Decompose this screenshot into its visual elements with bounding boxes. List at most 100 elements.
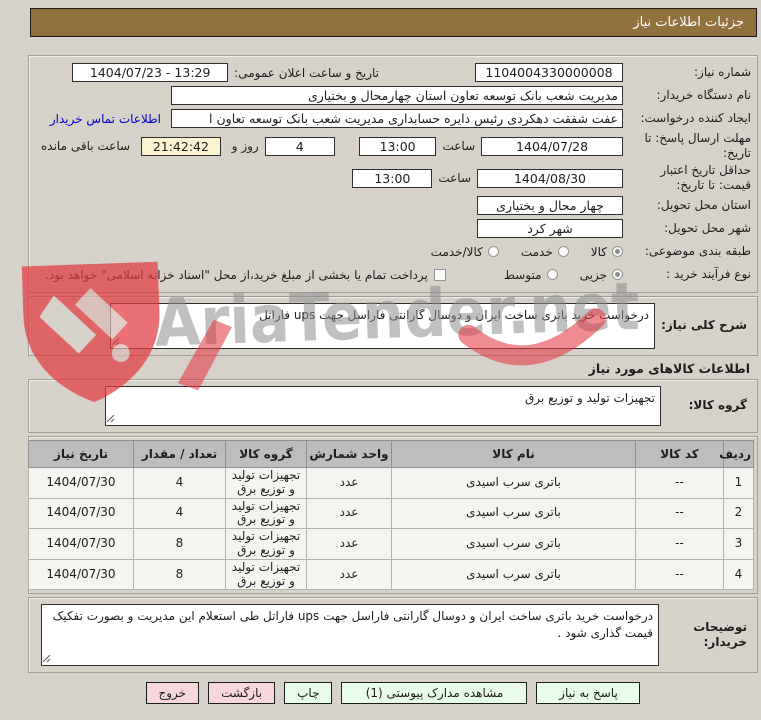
buyer-org-field[interactable]: مدیریت شعب بانک توسعه تعاون استان چهارمح… [171,86,623,105]
cell-quantity: 4 [133,497,226,530]
need-description-text: درخواست خرید باتری ساخت ایران و دوسال گا… [259,308,649,322]
radio-option-label: خدمت [520,244,553,259]
col-header-item-code: کد کالا [635,440,724,468]
row-delivery-city: شهر محل تحویل: شهر کرد [35,217,751,240]
announce-datetime-field[interactable]: 1404/07/23 - 13:29 [72,63,229,82]
treasury-checkbox[interactable] [433,268,446,281]
goods-group-panel: گروه کالا: تجهیزات تولید و توزیع برق [28,379,758,433]
radio-option-goods-service[interactable]: کالا/خدمت [431,245,499,259]
cell-unit: عدد [306,467,392,499]
radio-option-label: جزیی [579,267,607,282]
cell-item-code: -- [635,467,724,499]
remaining-days-field[interactable]: 4 [264,136,335,156]
treasury-checkbox-group[interactable]: پرداخت تمام یا بخشی از مبلغ خرید،از محل … [45,268,446,282]
col-header-need-date: تاریخ نیاز [28,440,134,468]
cell-quantity: 8 [133,528,226,560]
radio-icon[interactable] [557,246,569,257]
need-number-label: شماره نیاز: [694,65,751,79]
cell-unit: عدد [306,528,392,560]
row-buyer-org: نام دستگاه خریدار: مدیریت شعب بانک توسعه… [35,84,751,107]
row-price-validity: حداقل تاریخ اعتبار قیمت: تا تاریخ: 1404/… [35,162,751,194]
request-creator-label: ایجاد کننده درخواست: [640,111,751,125]
resize-grip-icon[interactable] [112,338,121,347]
need-description-panel: شرح کلی نیاز: درخواست خرید باتری ساخت ای… [28,296,758,356]
print-button[interactable]: چاپ [284,682,333,705]
radio-icon[interactable] [612,269,623,280]
treasury-checkbox-label: پرداخت تمام یا بخشی از مبلغ خرید،از محل … [45,267,428,282]
cell-item-name: باتری سرب اسیدی [391,467,636,499]
col-header-item-group: گروه کالا [225,440,307,468]
price-validity-hour-label: ساعت [438,171,471,185]
radio-icon[interactable] [487,246,499,257]
delivery-province-field[interactable]: چهار محال و بختیاری [477,196,623,215]
main-content: شماره نیاز: 1104004330000008 تاریخ و ساع… [28,55,758,705]
cell-need-date: 1404/07/30 [28,467,134,499]
radio-option-medium[interactable]: متوسط [504,268,558,282]
radio-icon[interactable] [546,269,558,280]
goods-section-title: اطلاعات کالاهای مورد نیاز [588,361,750,376]
reply-to-need-button[interactable]: پاسخ به نیاز [536,682,641,705]
delivery-city-label: شهر محل تحویل: [664,221,751,235]
reply-deadline-time-field[interactable]: 13:00 [358,136,437,156]
cell-item-code: -- [635,528,724,560]
page-title-bar: جزئیات اطلاعات نیاز [30,8,757,37]
page-title: جزئیات اطلاعات نیاز [633,15,744,30]
table-row: 1 -- باتری سرب اسیدی عدد تجهیزات تولید و… [28,467,754,499]
col-header-quantity: تعداد / مقدار [133,440,226,468]
resize-grip-icon[interactable] [107,415,116,424]
buyer-notes-text: درخواست خرید باتری ساخت ایران و دوسال گا… [52,609,653,640]
row-delivery-province: استان محل تحویل: چهار محال و بختیاری [35,194,751,217]
col-header-item-name: نام کالا [391,440,636,468]
view-attachments-button[interactable]: مشاهده مدارک پیوستی (1) [341,682,528,705]
cell-row-no: 3 [723,528,754,560]
radio-option-label: کالا [590,244,607,259]
radio-option-label: کالا/خدمت [430,244,483,259]
items-table-header-row: ردیف کد کالا نام کالا واحد شمارش گروه کا… [28,440,754,468]
price-validity-date-field[interactable]: 1404/08/30 [477,168,623,188]
cell-item-group: تجهیزات تولید و توزیع برق [225,497,307,530]
countdown-timer: 21:42:42 [141,136,221,156]
buyer-org-label: نام دستگاه خریدار: [656,88,752,102]
cell-quantity: 4 [133,467,226,499]
request-creator-field[interactable]: عفت شفقت دهکردی رئیس دایره حسابداری مدیر… [171,109,623,128]
announce-datetime-label: تاریخ و ساعت اعلان عمومی: [234,65,379,80]
resize-grip-icon[interactable] [43,655,52,664]
radio-option-service[interactable]: خدمت [521,245,569,259]
cell-row-no: 4 [723,558,754,591]
row-request-creator: ایجاد کننده درخواست: عفت شفقت دهکردی رئی… [35,107,751,130]
process-type-label: نوع فرآیند خرید : [666,267,751,281]
buyer-notes-textarea[interactable]: درخواست خرید باتری ساخت ایران و دوسال گا… [41,604,659,667]
price-validity-label: حداقل تاریخ اعتبار قیمت: تا تاریخ: [660,163,751,192]
reply-deadline-hour-label: ساعت [442,139,476,153]
need-number-field[interactable]: 1104004330000008 [475,63,623,82]
back-button[interactable]: بازگشت [208,682,276,705]
goods-group-textarea[interactable]: تجهیزات تولید و توزیع برق [105,386,661,426]
remaining-hours-label: ساعت باقی مانده [41,139,131,153]
table-row: 4 -- باتری سرب اسیدی عدد تجهیزات تولید و… [28,558,754,591]
cell-unit: عدد [306,497,392,530]
cell-item-code: -- [635,497,724,530]
buyer-contact-link[interactable]: اطلاعات تماس خریدار [50,112,161,126]
radio-icon[interactable] [612,246,623,257]
radio-option-minor[interactable]: جزیی [580,268,623,282]
row-reply-deadline: مهلت ارسال پاسخ: تا تاریخ: 1404/07/28 سا… [35,130,751,162]
items-table-panel: ردیف کد کالا نام کالا واحد شمارش گروه کا… [28,436,758,595]
radio-option-label: متوسط [503,267,542,282]
row-need-number: شماره نیاز: 1104004330000008 تاریخ و ساع… [35,61,751,84]
need-description-textarea[interactable]: درخواست خرید باتری ساخت ایران و دوسال گا… [110,303,655,349]
cell-need-date: 1404/07/30 [28,497,134,530]
cell-item-name: باتری سرب اسیدی [391,558,636,591]
cell-item-group: تجهیزات تولید و توزیع برق [225,558,307,591]
cell-item-code: -- [635,558,724,591]
delivery-city-field[interactable]: شهر کرد [477,219,623,238]
row-process-type: نوع فرآیند خرید : جزیی متوسط پرداخت تمام… [35,263,751,286]
delivery-province-label: استان محل تحویل: [656,198,751,212]
exit-button[interactable]: خروج [145,682,200,705]
footer-buttons: پاسخ به نیاز مشاهده مدارک پیوستی (1) چاپ… [28,682,758,705]
price-validity-time-field[interactable]: 13:00 [352,168,433,188]
cell-item-group: تجهیزات تولید و توزیع برق [225,528,307,560]
col-header-unit: واحد شمارش [306,440,392,468]
table-row: 3 -- باتری سرب اسیدی عدد تجهیزات تولید و… [28,528,754,560]
reply-deadline-date-field[interactable]: 1404/07/28 [481,136,623,156]
radio-option-goods[interactable]: کالا [591,245,623,259]
